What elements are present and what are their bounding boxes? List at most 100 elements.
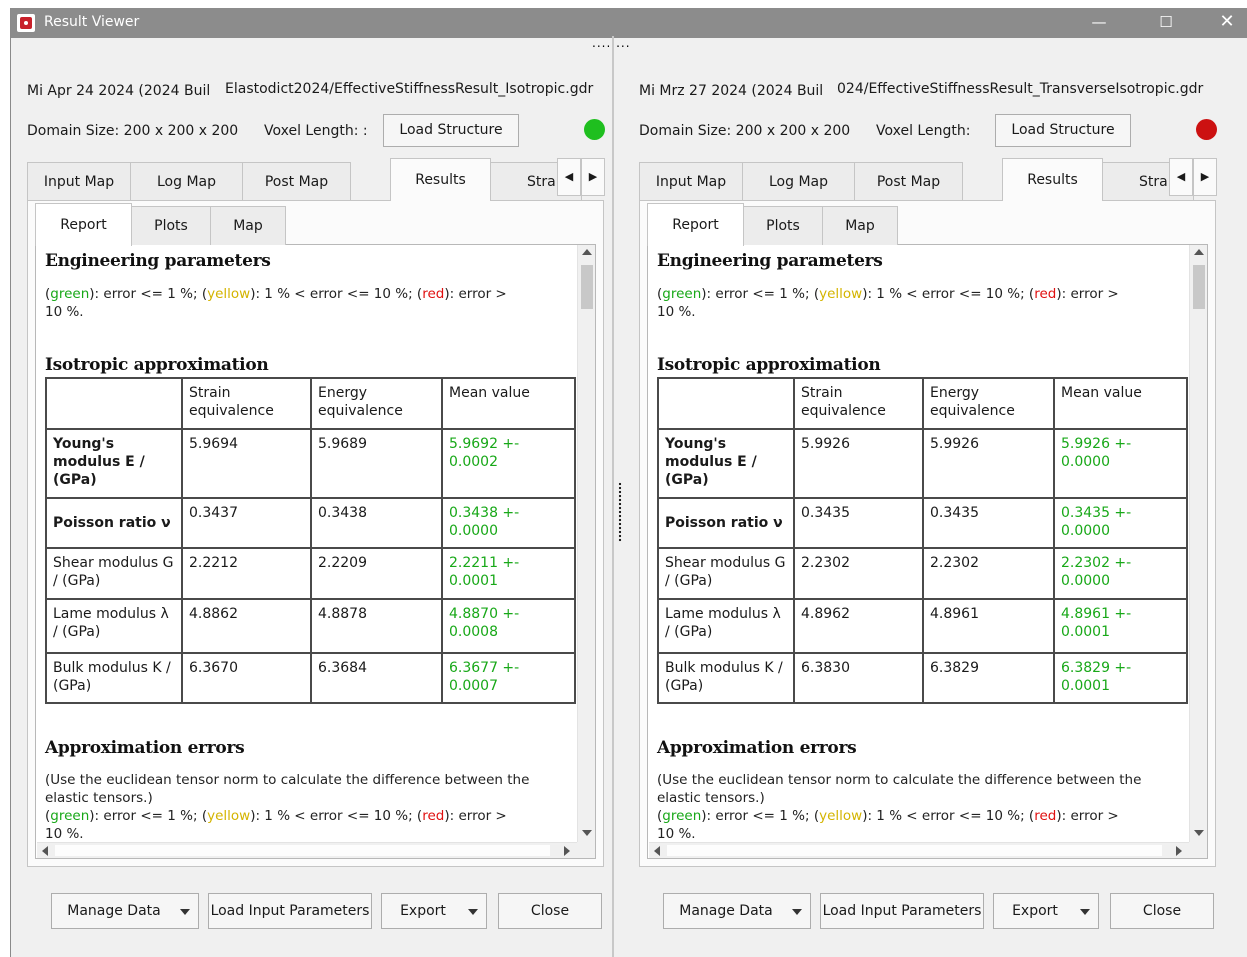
errors-description: (Use the euclidean tensor norm to calcul…	[657, 772, 1142, 806]
app-icon	[17, 14, 35, 32]
scroll-right-icon[interactable]	[564, 846, 570, 856]
tab-scroll-left-icon[interactable]: ◀	[557, 158, 581, 196]
date-label: Mi Apr 24 2024 (2024 Buil	[27, 83, 211, 99]
scroll-left-icon[interactable]	[42, 846, 48, 856]
manage-data-label: Manage Data	[679, 903, 773, 919]
export-button[interactable]: Export	[381, 893, 487, 929]
heading-engineering-parameters: Engineering parameters	[45, 251, 271, 271]
row-label: Bulk modulus K / (GPa)	[45, 652, 183, 704]
strain-value: 2.2212	[181, 547, 312, 600]
load-input-parameters-button[interactable]: Load Input Parameters	[208, 893, 372, 929]
legend-text: (green): error <= 1 %; (yellow): 1 % < e…	[657, 285, 1185, 321]
scroll-left-icon[interactable]	[654, 846, 660, 856]
scroll-up-icon[interactable]	[582, 249, 592, 255]
hscroll-thumb[interactable]	[55, 845, 550, 856]
parameters-table: Strain equivalence Energy equivalence Me…	[657, 377, 1188, 704]
energy-value: 2.2209	[310, 547, 443, 600]
manage-data-button[interactable]: Manage Data	[663, 893, 811, 929]
vertical-scrollbar[interactable]	[1189, 245, 1207, 842]
table-row: Young's modulus E / (GPa) 5.9694 5.9689 …	[45, 428, 576, 499]
tab-scroll-left-icon[interactable]: ◀	[1169, 158, 1193, 196]
subtab-report[interactable]: Report	[35, 203, 132, 246]
maximize-button[interactable]: ☐	[1136, 8, 1196, 38]
export-label: Export	[400, 903, 446, 919]
legend-green: green	[662, 808, 702, 824]
close-button[interactable]: Close	[498, 893, 602, 929]
mean-value: 5.9926 +- 0.0000	[1053, 428, 1188, 499]
tab-scroll-right-icon[interactable]: ▶	[581, 158, 605, 196]
chevron-down-icon	[1080, 909, 1090, 915]
result-panel-right: Mi Mrz 27 2024 (2024 Buil 024/EffectiveS…	[639, 60, 1224, 957]
minimize-button[interactable]: —	[1069, 8, 1129, 38]
report-view[interactable]: Engineering parameters (green): error <=…	[649, 246, 1189, 843]
manage-data-button[interactable]: Manage Data	[51, 893, 199, 929]
chevron-down-icon	[468, 909, 478, 915]
scroll-right-icon[interactable]	[1176, 846, 1182, 856]
load-structure-button[interactable]: Load Structure	[383, 114, 519, 147]
horizontal-scrollbar[interactable]	[37, 842, 578, 858]
subtab-plots[interactable]: Plots	[743, 206, 823, 245]
energy-value: 5.9689	[310, 428, 443, 499]
legend-part: 10 %.	[45, 826, 84, 842]
legend-part: ): 1 % < error <= 10 %; (	[250, 808, 423, 824]
close-button[interactable]: Close	[1110, 893, 1214, 929]
energy-value: 2.2302	[922, 547, 1055, 600]
heading-engineering-parameters: Engineering parameters	[657, 251, 883, 271]
tab-input-map[interactable]: Input Map	[27, 162, 131, 200]
row-label: Shear modulus G / (GPa)	[657, 547, 795, 600]
file-path-label: 024/EffectiveStiffnessResult_TransverseI…	[837, 81, 1223, 97]
legend-red: red	[1034, 286, 1057, 302]
subtab-report[interactable]: Report	[647, 203, 744, 246]
tab-post-map[interactable]: Post Map	[854, 162, 963, 200]
strain-value: 0.3435	[793, 497, 924, 549]
subtab-map[interactable]: Map	[210, 206, 286, 245]
report-view[interactable]: Engineering parameters (green): error <=…	[37, 246, 577, 843]
chevron-down-icon	[180, 909, 190, 915]
tab-log-map[interactable]: Log Map	[742, 162, 855, 200]
legend-part: ): error <= 1 %; (	[701, 808, 820, 824]
subtab-frame: Engineering parameters (green): error <=…	[647, 244, 1208, 859]
scroll-thumb[interactable]	[1193, 265, 1205, 309]
energy-value: 4.8961	[922, 598, 1055, 654]
vertical-scrollbar[interactable]	[577, 245, 595, 842]
mean-value: 5.9692 +- 0.0002	[441, 428, 576, 499]
hscroll-thumb[interactable]	[667, 845, 1162, 856]
legend-green: green	[50, 286, 90, 302]
tab-input-map[interactable]: Input Map	[639, 162, 743, 200]
subtab-map[interactable]: Map	[822, 206, 898, 245]
mean-value: 4.8870 +- 0.0008	[441, 598, 576, 654]
close-window-button[interactable]: ✕	[1197, 8, 1247, 38]
chevron-down-icon	[792, 909, 802, 915]
scroll-down-icon[interactable]	[582, 830, 592, 836]
load-input-parameters-button[interactable]: Load Input Parameters	[820, 893, 984, 929]
subtab-plots[interactable]: Plots	[131, 206, 211, 245]
subtab-bar: Report Plots Map	[647, 203, 1207, 246]
scroll-down-icon[interactable]	[1194, 830, 1204, 836]
tab-scroll-right-icon[interactable]: ▶	[1193, 158, 1217, 196]
export-button[interactable]: Export	[993, 893, 1099, 929]
legend-part: ): error >	[444, 286, 507, 302]
strain-value: 6.3670	[181, 652, 312, 704]
scroll-up-icon[interactable]	[1194, 249, 1204, 255]
scroll-thumb[interactable]	[581, 265, 593, 309]
export-label: Export	[1012, 903, 1058, 919]
tab-results[interactable]: Results	[1002, 158, 1103, 201]
load-structure-button[interactable]: Load Structure	[995, 114, 1131, 147]
strain-value: 5.9694	[181, 428, 312, 499]
tab-post-map[interactable]: Post Map	[242, 162, 351, 200]
scroll-corner	[1189, 842, 1207, 858]
header-mean: Mean value	[441, 377, 576, 430]
subtab-frame: Engineering parameters (green): error <=…	[35, 244, 596, 859]
title-bar[interactable]: Result Viewer — ☐ ✕	[11, 8, 1247, 38]
row-label: Lame modulus λ / (GPa)	[45, 598, 183, 654]
legend-part: ): error <= 1 %; (	[89, 808, 208, 824]
panel-splitter[interactable]	[612, 36, 614, 957]
subtab-bar: Report Plots Map	[35, 203, 595, 246]
mean-value: 2.2211 +- 0.0001	[441, 547, 576, 600]
splitter-grip-center[interactable]	[618, 482, 622, 542]
horizontal-scrollbar[interactable]	[649, 842, 1190, 858]
mean-value: 6.3829 +- 0.0001	[1053, 652, 1188, 704]
heading-approximation-errors: Approximation errors	[657, 738, 857, 758]
tab-log-map[interactable]: Log Map	[130, 162, 243, 200]
tab-results[interactable]: Results	[390, 158, 491, 201]
